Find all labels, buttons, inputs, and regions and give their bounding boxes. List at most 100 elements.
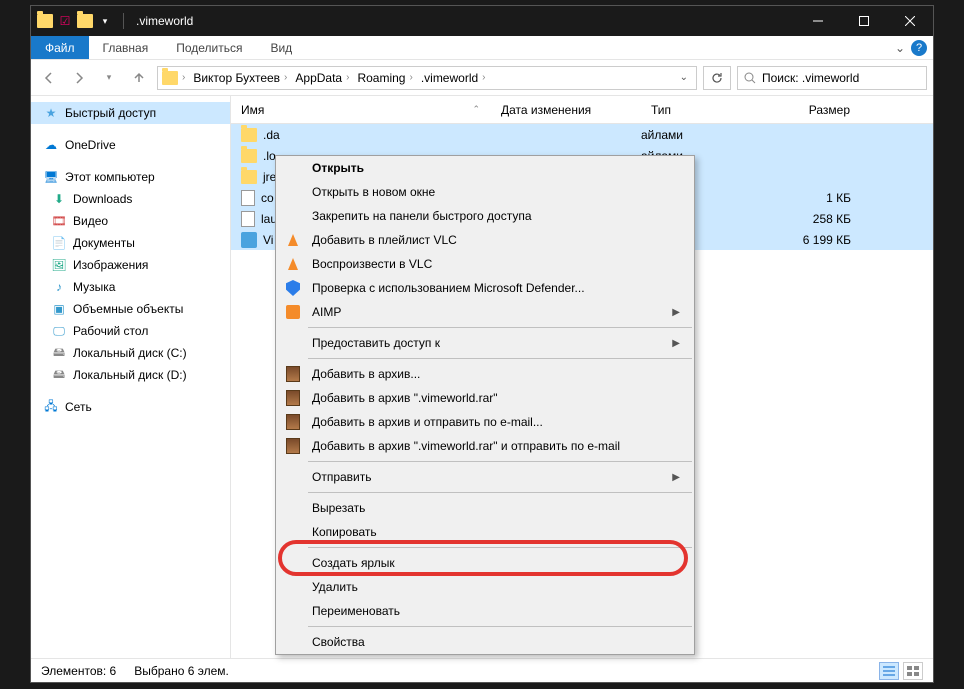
tab-home[interactable]: Главная xyxy=(89,36,163,59)
nav-3d[interactable]: ▣Объемные объекты xyxy=(31,298,230,320)
ctx-rar-email[interactable]: Добавить в архив и отправить по e-mail..… xyxy=(276,410,694,434)
titlebar: ☑ ▾ .vimeworld xyxy=(31,6,933,36)
ctx-properties[interactable]: Свойства xyxy=(276,630,694,654)
ctx-delete[interactable]: Удалить xyxy=(276,575,694,599)
disk-icon: 🖴 xyxy=(51,367,67,383)
nav-quick-access[interactable]: ★Быстрый доступ xyxy=(31,102,230,124)
back-button[interactable] xyxy=(37,66,61,90)
minimize-button[interactable] xyxy=(795,6,841,36)
qat-new-folder-icon[interactable] xyxy=(77,13,93,29)
desktop-icon: 🖵 xyxy=(51,323,67,339)
nav-video[interactable]: 🎞 Видео xyxy=(31,210,230,232)
crumb-0[interactable]: Виктор Бухтеев› xyxy=(189,71,291,85)
ctx-label: Добавить в архив и отправить по e-mail..… xyxy=(312,415,543,429)
tab-file[interactable]: Файл xyxy=(31,36,89,59)
refresh-button[interactable] xyxy=(703,66,731,90)
ctx-rar-email-named[interactable]: Добавить в архив ".vimeworld.rar" и отпр… xyxy=(276,434,694,458)
address-dropdown-icon[interactable]: ⌄ xyxy=(676,72,692,83)
recent-dropdown[interactable]: ▾ xyxy=(97,66,121,90)
chevron-down-icon[interactable]: ⌄ xyxy=(895,41,905,55)
up-button[interactable] xyxy=(127,66,151,90)
ctx-shortcut[interactable]: Создать ярлык xyxy=(276,551,694,575)
nav-onedrive[interactable]: ☁OneDrive xyxy=(31,134,230,156)
crumb-sep[interactable]: › xyxy=(178,72,189,83)
ctx-cut[interactable]: Вырезать xyxy=(276,496,694,520)
ctx-label: Добавить в архив... xyxy=(312,367,420,381)
sort-icon: ⌃ xyxy=(472,104,480,115)
ctx-label: AIMP xyxy=(312,305,341,319)
nav-music[interactable]: ♪Музыка xyxy=(31,276,230,298)
search-input[interactable]: Поиск: .vimeworld xyxy=(737,66,927,90)
ctx-vlc-add[interactable]: Добавить в плейлист VLC xyxy=(276,228,694,252)
ctx-pin-quick[interactable]: Закрепить на панели быстрого доступа xyxy=(276,204,694,228)
nav-documents[interactable]: 📄Документы xyxy=(31,232,230,254)
ctx-send[interactable]: Отправить▶ xyxy=(276,465,694,489)
nav-label: Объемные объекты xyxy=(73,302,183,316)
crumb-2[interactable]: Roaming› xyxy=(353,71,416,85)
col-type[interactable]: Тип xyxy=(641,103,751,117)
ribbon-right: ⌄ ? xyxy=(895,40,927,56)
ctx-copy[interactable]: Копировать xyxy=(276,520,694,544)
column-headers: Имя⌃ Дата изменения Тип Размер xyxy=(231,96,933,124)
file-name: co xyxy=(261,191,274,205)
app-icon xyxy=(241,232,257,248)
ctx-share[interactable]: Предоставить доступ к▶ xyxy=(276,331,694,355)
ctx-open-new-window[interactable]: Открыть в новом окне xyxy=(276,180,694,204)
qat-props-icon[interactable]: ☑ xyxy=(57,13,73,29)
file-name: .da xyxy=(263,128,280,142)
thumbnails-view-icon[interactable] xyxy=(903,662,923,680)
ctx-open[interactable]: Открыть xyxy=(276,156,694,180)
picture-icon: 🖼 xyxy=(51,257,67,273)
separator xyxy=(308,547,692,548)
crumb-3[interactable]: .vimeworld› xyxy=(417,71,490,85)
ctx-vlc-play[interactable]: Воспроизвести в VLC xyxy=(276,252,694,276)
close-button[interactable] xyxy=(887,6,933,36)
ctx-label: Добавить в архив ".vimeworld.rar" xyxy=(312,391,498,405)
forward-button[interactable] xyxy=(67,66,91,90)
window-controls xyxy=(795,6,933,36)
file-row[interactable]: .daайлами xyxy=(231,124,933,145)
disk-icon: 🖴 xyxy=(51,345,67,361)
video-icon: 🎞 xyxy=(51,213,67,229)
chevron-right-icon: ▶ xyxy=(672,307,680,318)
ctx-label: Открыть в новом окне xyxy=(312,185,435,199)
details-view-icon[interactable] xyxy=(879,662,899,680)
chevron-right-icon: ▶ xyxy=(672,338,680,349)
jar-icon xyxy=(241,211,255,227)
col-date[interactable]: Дата изменения xyxy=(491,103,641,117)
maximize-button[interactable] xyxy=(841,6,887,36)
qat-dropdown-icon[interactable]: ▾ xyxy=(97,13,113,29)
ctx-defender[interactable]: Проверка с использованием Microsoft Defe… xyxy=(276,276,694,300)
file-icon xyxy=(241,190,255,206)
col-name[interactable]: Имя⌃ xyxy=(231,103,491,117)
help-icon[interactable]: ? xyxy=(911,40,927,56)
status-bar: Элементов: 6 Выбрано 6 элем. xyxy=(31,658,933,682)
nav-downloads[interactable]: ⬇Downloads xyxy=(31,188,230,210)
cloud-icon: ☁ xyxy=(43,137,59,153)
window-title: .vimeworld xyxy=(128,14,795,28)
ctx-label: Создать ярлык xyxy=(312,556,395,570)
nav-label: Локальный диск (C:) xyxy=(73,346,187,360)
ctx-aimp[interactable]: AIMP ▶ xyxy=(276,300,694,324)
crumb-text: .vimeworld xyxy=(421,71,478,85)
search-icon xyxy=(744,72,756,84)
rar-icon xyxy=(284,365,302,383)
ctx-label: Проверка с использованием Microsoft Defe… xyxy=(312,281,585,295)
nav-pictures[interactable]: 🖼Изображения xyxy=(31,254,230,276)
ctx-rename[interactable]: Переименовать xyxy=(276,599,694,623)
crumb-1[interactable]: AppData› xyxy=(291,71,353,85)
tab-view[interactable]: Вид xyxy=(256,36,306,59)
col-size[interactable]: Размер xyxy=(751,103,861,117)
network-icon: 🖧 xyxy=(43,399,59,415)
nav-network[interactable]: 🖧Сеть xyxy=(31,396,230,418)
ctx-rar-add-named[interactable]: Добавить в архив ".vimeworld.rar" xyxy=(276,386,694,410)
tab-share[interactable]: Поделиться xyxy=(162,36,256,59)
ctx-rar-add[interactable]: Добавить в архив... xyxy=(276,362,694,386)
context-menu: Открыть Открыть в новом окне Закрепить н… xyxy=(275,155,695,655)
nav-disk-d[interactable]: 🖴Локальный диск (D:) xyxy=(31,364,230,386)
nav-desktop[interactable]: 🖵Рабочий стол xyxy=(31,320,230,342)
address-field[interactable]: › Виктор Бухтеев› AppData› Roaming› .vim… xyxy=(157,66,697,90)
nav-label: Видео xyxy=(73,214,108,228)
nav-disk-c[interactable]: 🖴 Локальный диск (C:) xyxy=(31,342,230,364)
nav-this-pc[interactable]: 🖥Этот компьютер xyxy=(31,166,230,188)
